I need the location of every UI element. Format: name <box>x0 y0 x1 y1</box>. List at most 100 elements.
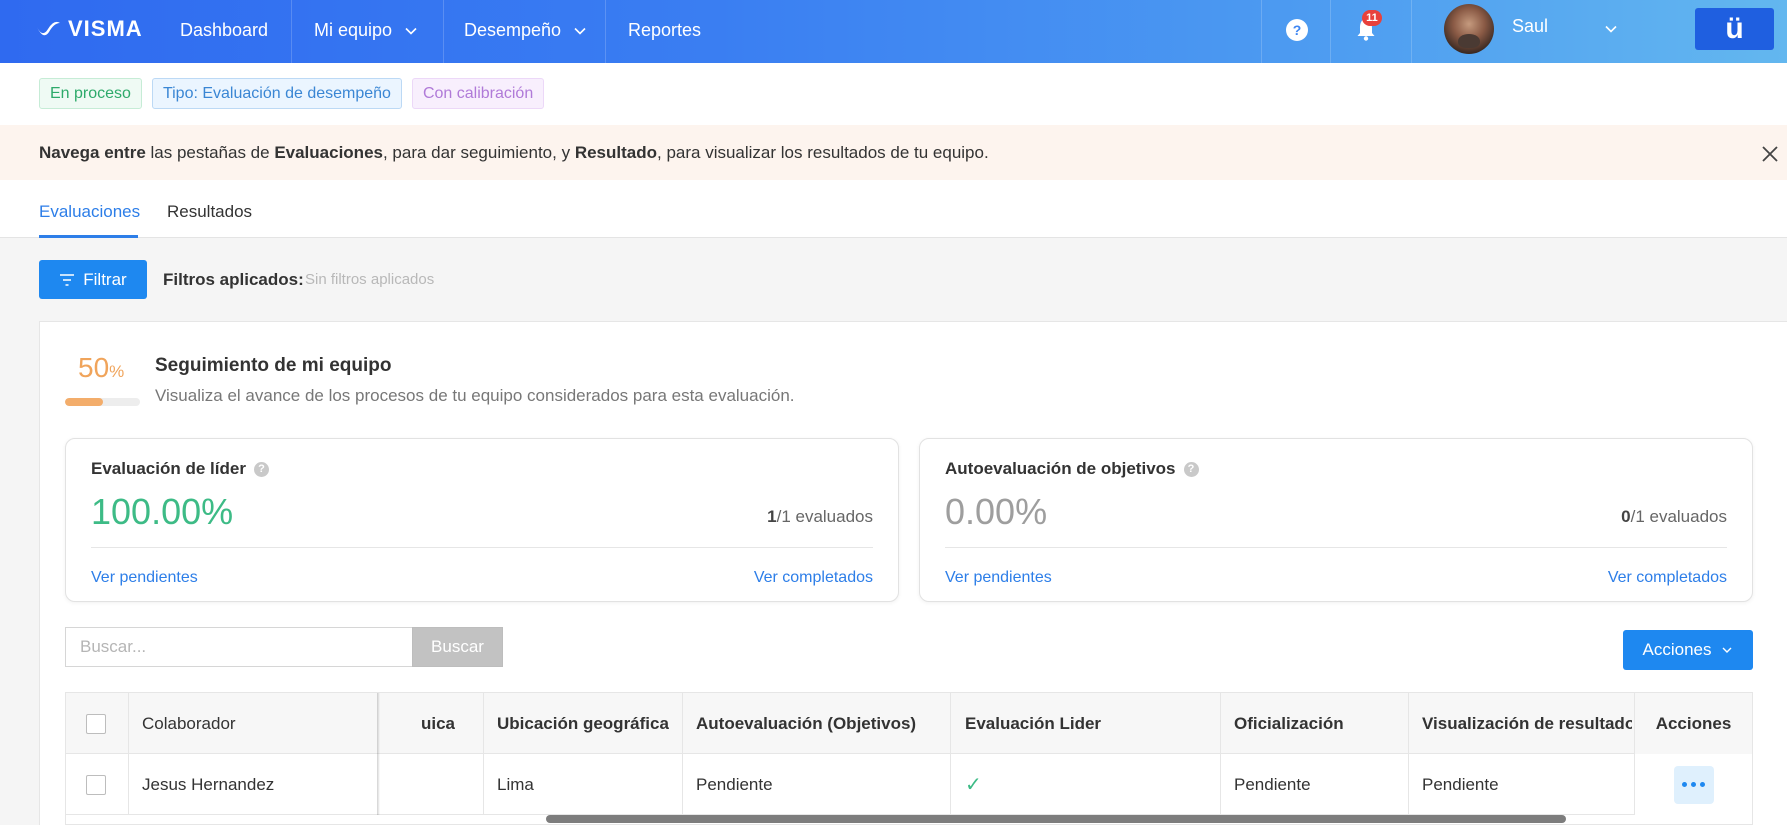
header-oficializacion[interactable]: Oficialización <box>1234 693 1344 754</box>
status-badge: En proceso <box>39 78 142 109</box>
card-evaluacion-lider: Evaluación de líder ? 100.00% 1/1 evalua… <box>65 438 899 602</box>
card-evaluated-total: /1 evaluados <box>1630 507 1727 526</box>
card-evaluated-done: 0 <box>1621 507 1631 526</box>
top-navbar: VISMA Dashboard Mi equipo Desempeño Repo… <box>0 0 1787 63</box>
column-divider <box>682 693 683 815</box>
progress-percent-unit: % <box>109 362 125 381</box>
banner-text-6: , para visualizar los resultados de tu e… <box>657 142 989 162</box>
checkmark-icon: ✓ <box>965 774 982 796</box>
ver-pendientes-link[interactable]: Ver pendientes <box>945 569 1052 587</box>
horizontal-scrollbar[interactable] <box>546 815 1566 823</box>
ver-completados-link[interactable]: Ver completados <box>1608 569 1727 587</box>
actions-button[interactable]: Acciones <box>1623 630 1753 670</box>
card-percent: 0.00% <box>945 491 1048 532</box>
filter-button[interactable]: Filtrar <box>39 260 147 299</box>
more-actions-button[interactable] <box>1673 765 1714 804</box>
chevron-down-icon <box>405 27 417 35</box>
progress-bar <box>65 398 140 406</box>
visma-logo-mark <box>36 21 60 36</box>
actions-button-label: Acciones <box>1642 640 1712 659</box>
user-menu-chevron-down-icon[interactable] <box>1604 22 1618 36</box>
more-dot-icon <box>1691 782 1696 787</box>
column-divider <box>1408 693 1409 815</box>
progress-percent: 50% <box>78 352 124 384</box>
ver-pendientes-link[interactable]: Ver pendientes <box>91 569 198 587</box>
nav-divider <box>443 0 444 63</box>
card-percent: 100.00% <box>91 491 234 532</box>
nav-desempeno-label: Desempeño <box>464 20 562 40</box>
banner-text-bold-3: Evaluaciones <box>274 142 383 162</box>
question-icon[interactable]: ? <box>1183 461 1199 477</box>
select-all-checkbox[interactable] <box>86 713 106 734</box>
more-dot-icon <box>1700 782 1705 787</box>
nav-divider <box>605 0 606 63</box>
column-divider <box>128 693 129 815</box>
ver-completados-link[interactable]: Ver completados <box>754 569 873 587</box>
nav-dashboard[interactable]: Dashboard <box>180 20 268 41</box>
nav-divider <box>1411 0 1412 63</box>
info-banner: Navega entre las pestañas de Evaluacione… <box>0 125 1787 180</box>
applied-filters-label: Filtros aplicados: <box>163 270 304 289</box>
applied-filters-value: Sin filtros aplicados <box>305 271 435 288</box>
cell-ubicacion: Lima <box>497 774 534 794</box>
type-badge: Tipo: Evaluación de desempeño <box>151 78 402 109</box>
notification-badge: 11 <box>1362 10 1382 26</box>
row-checkbox[interactable] <box>86 774 106 795</box>
nav-dashboard-label: Dashboard <box>180 20 269 40</box>
user-name[interactable]: Saul <box>1512 16 1548 37</box>
filter-icon <box>60 273 75 286</box>
column-divider <box>1220 693 1221 815</box>
team-table: uica Ubicación geográfica Autoevaluación… <box>65 692 1753 825</box>
nav-divider <box>1261 0 1262 63</box>
select-all-cell <box>86 693 106 754</box>
cell-oficializacion: Pendiente <box>1234 774 1311 794</box>
fixed-column-shadow <box>377 693 380 815</box>
chevron-down-icon <box>574 27 586 35</box>
card-autoevaluacion-objetivos: Autoevaluación de objetivos ? 0.00% 0/1 … <box>919 438 1753 602</box>
search-input[interactable] <box>65 627 412 667</box>
visma-logo[interactable]: VISMA <box>34 16 143 42</box>
tracking-subtitle: Visualiza el avance de los procesos de t… <box>155 386 795 405</box>
header-autoevaluacion[interactable]: Autoevaluación (Objetivos) <box>696 693 916 754</box>
chevron-down-icon <box>1722 647 1732 653</box>
row-select-cell <box>86 754 106 815</box>
app-switcher-button[interactable]: ü <box>1695 8 1774 50</box>
header-truncated-column: uica <box>421 713 456 733</box>
fixed-columns: Colaborador Jesus Hernandez <box>66 693 378 815</box>
header-evaluacion-lider[interactable]: Evaluación Lider <box>965 693 1101 754</box>
tab-resultados[interactable]: Resultados <box>167 202 252 222</box>
nav-divider <box>1330 0 1331 63</box>
tab-bar: Evaluaciones Resultados <box>0 180 1787 238</box>
nav-desempeno[interactable]: Desempeño <box>464 20 587 41</box>
close-icon[interactable] <box>1761 145 1779 163</box>
nav-reportes[interactable]: Reportes <box>628 20 701 41</box>
header-visualizacion[interactable]: Visualización de resultados <box>1422 693 1632 754</box>
help-icon[interactable]: ? <box>1286 19 1308 41</box>
cell-acciones <box>1634 754 1752 815</box>
column-divider <box>950 693 951 815</box>
card-title: Autoevaluación de objetivos ? <box>945 459 1199 479</box>
tracking-title: Seguimiento de mi equipo <box>155 355 392 376</box>
question-icon[interactable]: ? <box>253 461 269 477</box>
card-title: Evaluación de líder ? <box>91 459 269 479</box>
cell-autoevaluacion: Pendiente <box>696 774 773 794</box>
nav-divider <box>291 0 292 63</box>
card-evaluated-done: 1 <box>767 507 777 526</box>
logo-text: VISMA <box>68 16 143 41</box>
card-title-text: Autoevaluación de objetivos <box>945 459 1176 478</box>
tab-evaluaciones[interactable]: Evaluaciones <box>39 202 140 222</box>
card-divider <box>91 547 873 548</box>
banner-text-bold-5: Resultado <box>574 142 657 162</box>
header-colaborador[interactable]: Colaborador <box>142 693 236 754</box>
header-ubicacion[interactable]: Ubicación geográfica <box>497 693 669 754</box>
progress-bar-fill <box>65 398 103 406</box>
card-evaluated-total: /1 evaluados <box>776 507 873 526</box>
nav-mi-equipo[interactable]: Mi equipo <box>314 20 418 41</box>
column-divider <box>483 693 484 815</box>
header-acciones: Acciones <box>1634 693 1752 754</box>
active-tab-indicator <box>39 235 138 238</box>
user-avatar[interactable] <box>1444 4 1494 54</box>
nav-reportes-label: Reportes <box>628 20 702 40</box>
card-evaluated-count: 0/1 evaluados <box>1621 507 1727 527</box>
search-button[interactable]: Buscar <box>412 627 503 667</box>
